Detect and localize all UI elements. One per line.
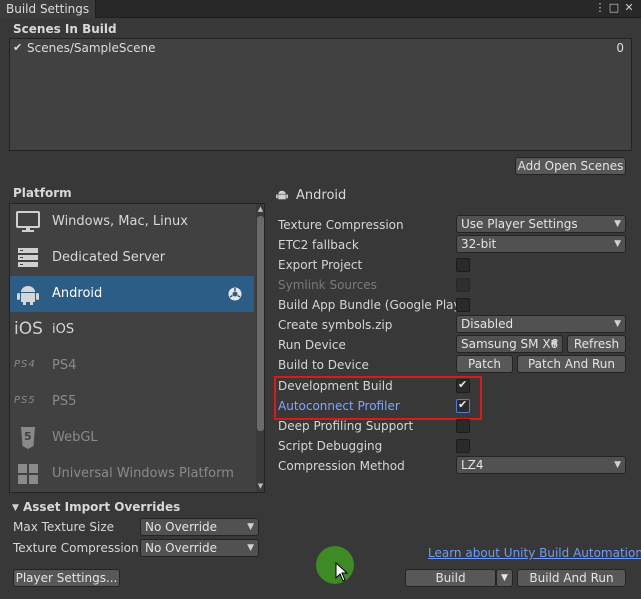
build-and-run-button[interactable]: Build And Run (517, 569, 626, 587)
dropdown-value: Use Player Settings (461, 217, 578, 231)
deep-profiling-checkbox[interactable] (456, 419, 470, 433)
dropdown-value: No Override (145, 520, 218, 534)
dropdown-value: No Override (145, 541, 218, 555)
maximize-icon[interactable]: □ (607, 1, 621, 15)
platform-item-android[interactable]: Android (10, 276, 254, 312)
export-project-checkbox[interactable] (456, 258, 470, 272)
learn-build-automation-link[interactable]: Learn about Unity Build Automation (428, 546, 641, 560)
compression-method-label: Compression Method (278, 459, 405, 473)
chevron-down-icon: ▼ (614, 460, 621, 470)
chevron-down-icon: ▼ (614, 319, 621, 329)
etc2-fallback-dropdown[interactable]: 32-bit ▼ (456, 235, 626, 253)
close-icon[interactable]: ✕ (622, 1, 636, 15)
chevron-down-icon: ▼ (247, 543, 254, 553)
android-heading: Android (296, 188, 347, 203)
unity-active-platform-icon (228, 287, 242, 301)
platform-label: Windows, Mac, Linux (52, 214, 188, 229)
patch-button[interactable]: Patch (456, 355, 513, 373)
max-texture-size-dropdown[interactable]: No Override ▼ (140, 518, 259, 536)
chevron-down-icon: ▼ (551, 339, 558, 349)
scroll-thumb[interactable] (257, 216, 264, 431)
symlink-sources-label: Symlink Sources (278, 278, 377, 292)
dropdown-value: Samsung SM X6 (461, 337, 559, 351)
texture-compression-override-dropdown[interactable]: No Override ▼ (140, 539, 259, 557)
ps4-icon: PS4 (14, 359, 36, 370)
platform-label: PS5 (52, 394, 77, 409)
mouse-cursor-icon (335, 562, 349, 582)
dropdown-value: Disabled (461, 317, 514, 331)
foldout-arrow-icon[interactable]: ▼ (12, 503, 19, 513)
create-symbols-label: Create symbols.zip (278, 318, 393, 332)
create-symbols-dropdown[interactable]: Disabled ▼ (456, 315, 626, 333)
script-debugging-checkbox[interactable] (456, 439, 470, 453)
android-heading-icon (276, 190, 288, 200)
scroll-down-icon[interactable]: ▼ (256, 482, 264, 490)
platform-item-ps4[interactable]: PS4 PS4 (10, 348, 254, 384)
platform-item-ps5[interactable]: PS5 PS5 (10, 384, 254, 420)
platform-item-uwp[interactable]: Universal Windows Platform (10, 456, 254, 492)
platform-label: WebGL (52, 430, 98, 445)
platform-label: iOS (52, 322, 75, 337)
platform-label: Android (52, 286, 103, 301)
build-app-bundle-checkbox[interactable] (456, 298, 470, 312)
highlight-box (274, 376, 482, 420)
platform-list[interactable]: Windows, Mac, Linux Dedicated Server And… (9, 203, 265, 493)
platform-item-ios[interactable]: iOS iOS (10, 312, 254, 348)
android-icon (17, 286, 39, 305)
windows-icon (18, 464, 38, 484)
title-bar: Build Settings ⋮ □ ✕ (0, 0, 641, 18)
scene-row[interactable]: ✔ Scenes/SampleScene 0 (13, 41, 628, 57)
window-title-tab[interactable]: Build Settings (0, 0, 97, 18)
build-button[interactable]: Build (405, 569, 496, 587)
chevron-down-icon: ▼ (614, 219, 621, 229)
scroll-up-icon[interactable]: ▲ (256, 205, 264, 213)
asset-import-heading[interactable]: Asset Import Overrides (23, 500, 180, 514)
ps5-icon: PS5 (14, 395, 36, 406)
platform-item-windows[interactable]: Windows, Mac, Linux (10, 204, 254, 240)
platform-label: Universal Windows Platform (52, 466, 234, 481)
scene-name: Scenes/SampleScene (27, 41, 156, 55)
build-app-bundle-label: Build App Bundle (Google Play) (278, 298, 466, 312)
scene-index: 0 (616, 41, 624, 55)
chevron-down-icon: ▼ (247, 522, 254, 532)
chevron-down-icon: ▼ (614, 239, 621, 249)
platform-item-webgl[interactable]: 5 WebGL (10, 420, 254, 456)
dropdown-value: LZ4 (461, 458, 484, 472)
more-options-icon[interactable]: ⋮ (593, 1, 607, 15)
player-settings-button[interactable]: Player Settings... (13, 569, 120, 587)
compression-method-dropdown[interactable]: LZ4 ▼ (456, 456, 626, 474)
platform-item-dedicated-server[interactable]: Dedicated Server (10, 240, 254, 276)
run-device-label: Run Device (278, 338, 346, 352)
add-open-scenes-button[interactable]: Add Open Scenes (515, 157, 626, 175)
build-to-device-label: Build to Device (278, 358, 369, 372)
texture-compression-dropdown[interactable]: Use Player Settings ▼ (456, 215, 626, 233)
html5-icon-glyph: 5 (24, 430, 32, 443)
platform-label: PS4 (52, 358, 77, 373)
etc2-fallback-label: ETC2 fallback (278, 238, 359, 252)
export-project-label: Export Project (278, 258, 363, 272)
scenes-heading: Scenes In Build (13, 22, 117, 36)
platform-heading: Platform (13, 186, 72, 200)
patch-and-run-button[interactable]: Patch And Run (517, 355, 626, 373)
run-device-dropdown[interactable]: Samsung SM X6 ▼ (456, 335, 563, 353)
scene-checkbox[interactable]: ✔ (13, 41, 22, 54)
texture-compression-override-label: Texture Compression (13, 541, 139, 555)
scenes-list[interactable]: ✔ Scenes/SampleScene 0 (9, 38, 632, 151)
platform-label: Dedicated Server (52, 250, 166, 265)
deep-profiling-label: Deep Profiling Support (278, 419, 414, 433)
refresh-button[interactable]: Refresh (567, 335, 626, 353)
server-icon (18, 248, 38, 267)
max-texture-size-label: Max Texture Size (13, 520, 114, 534)
monitor-icon (16, 211, 40, 232)
texture-compression-label: Texture Compression (278, 218, 404, 232)
build-options-chevron-icon[interactable]: ▼ (496, 569, 513, 587)
platform-scrollbar[interactable]: ▲ ▼ (256, 204, 264, 492)
ios-icon: iOS (14, 319, 43, 339)
script-debugging-label: Script Debugging (278, 439, 383, 453)
dropdown-value: 32-bit (461, 237, 497, 251)
symlink-sources-checkbox[interactable] (456, 278, 470, 292)
